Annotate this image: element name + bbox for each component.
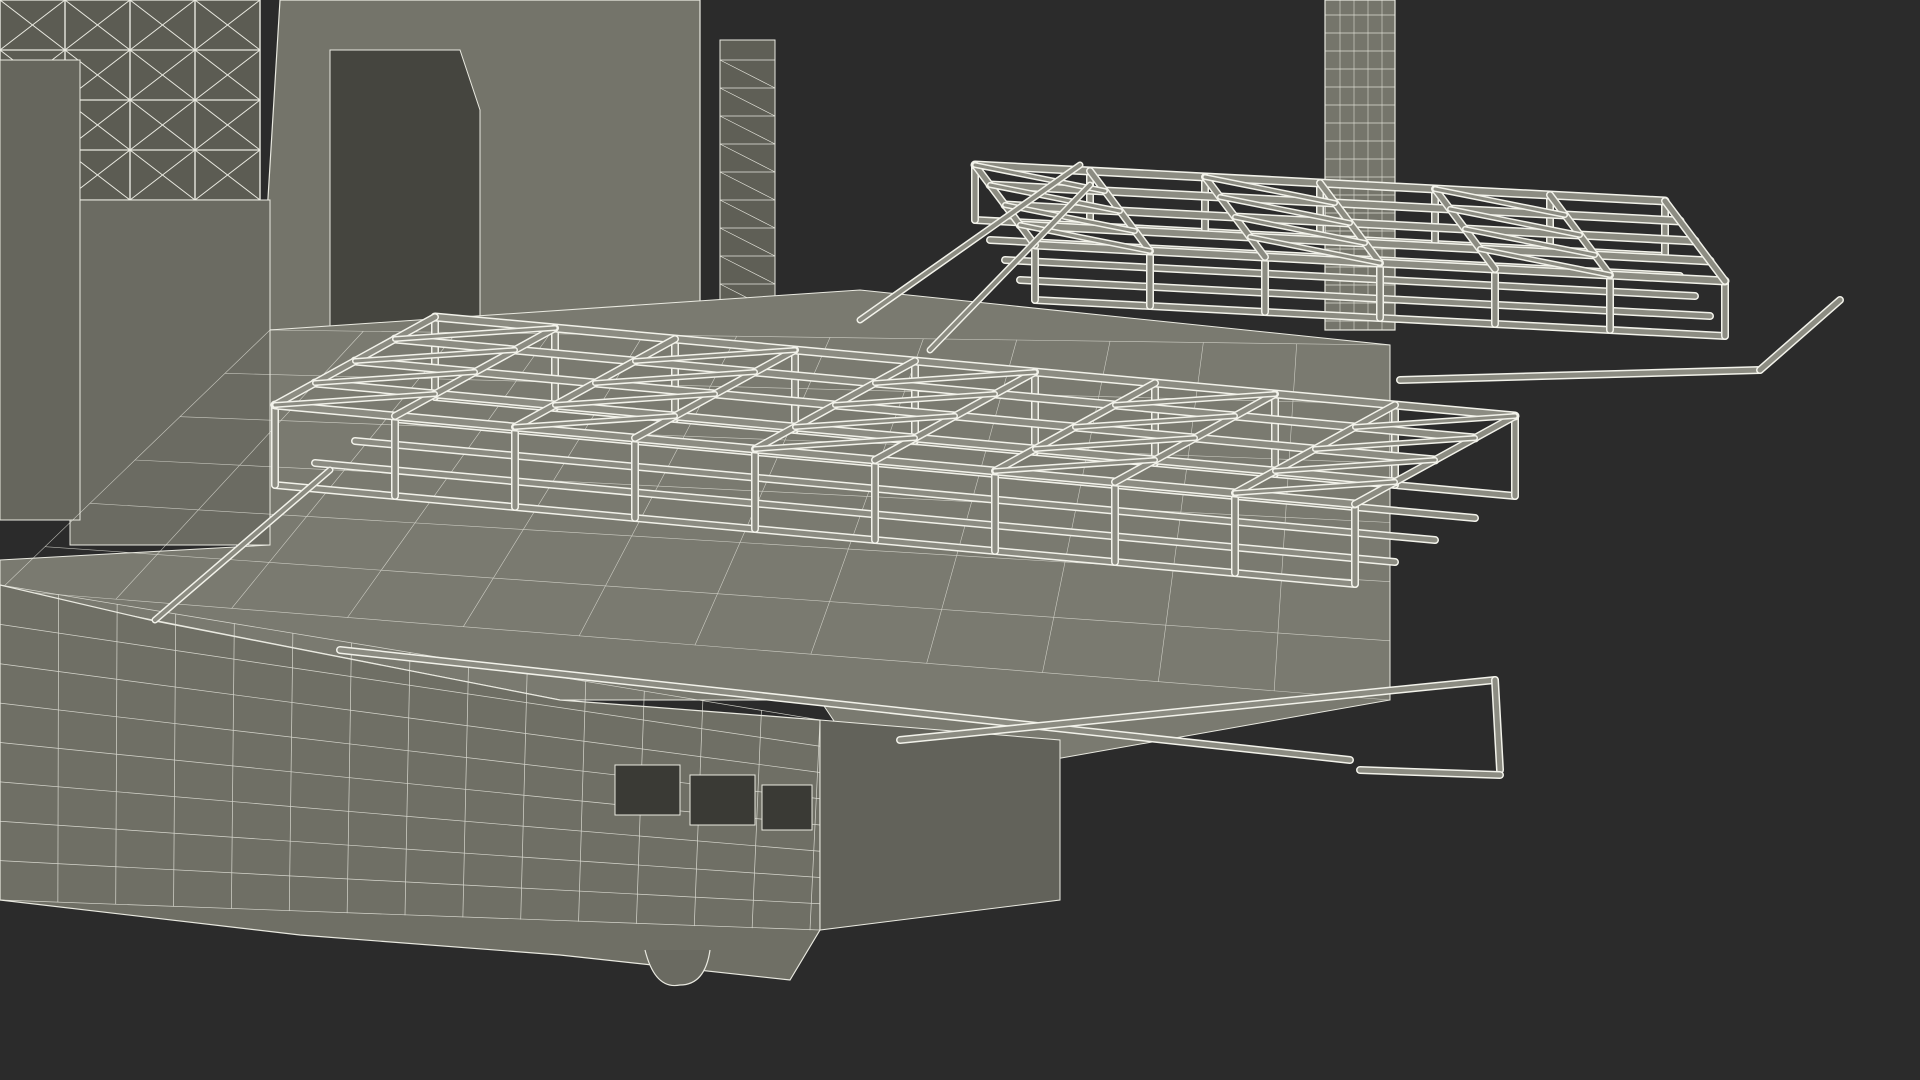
render-viewport xyxy=(0,0,1920,1080)
wireframe-scene xyxy=(0,0,1920,1080)
